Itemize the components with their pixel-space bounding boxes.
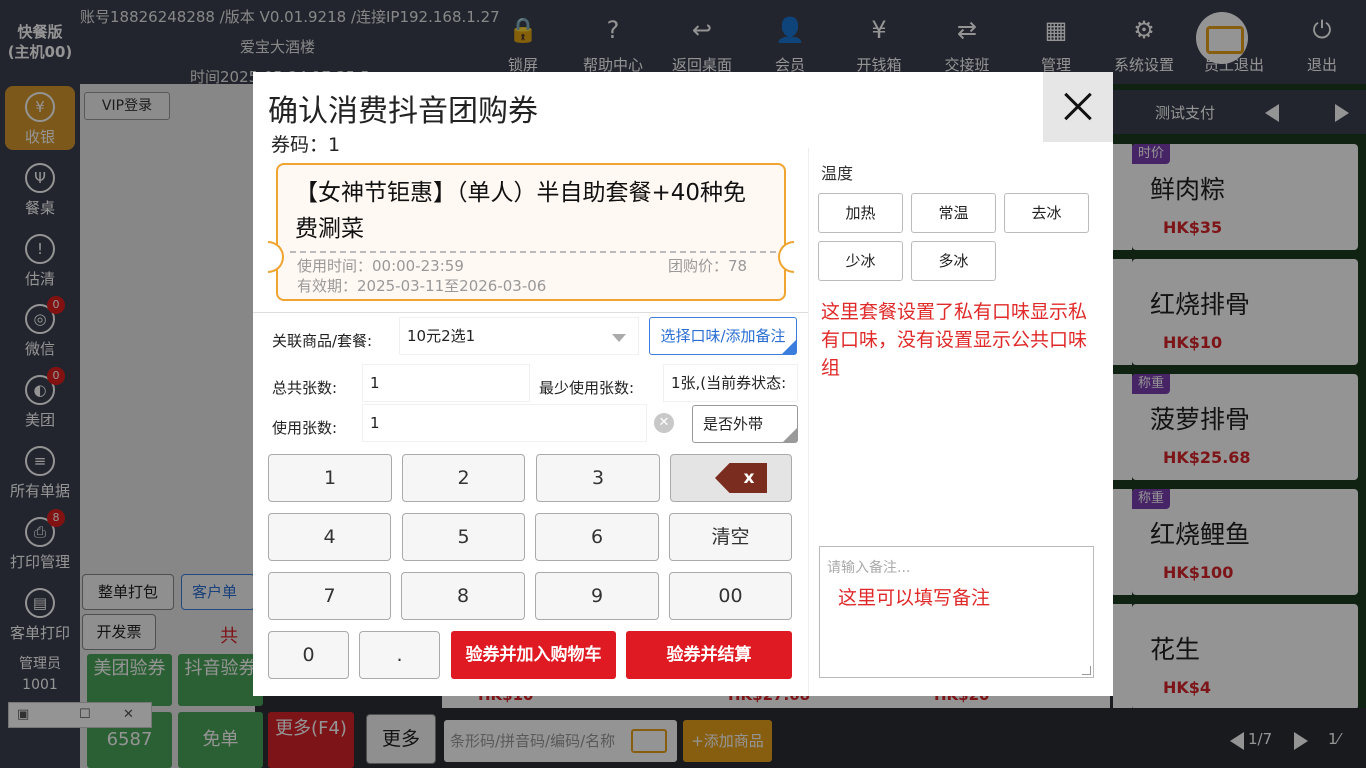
choose-flavor-button[interactable]: 选择口味/添加备注 [649,317,797,355]
key-3[interactable]: 3 [536,454,660,502]
use-count-label: 使用张数: [272,419,338,437]
key-6[interactable]: 6 [535,513,659,561]
key-1[interactable]: 1 [268,454,392,502]
clear-input-icon[interactable]: ✕ [654,413,674,433]
backspace-icon: x [715,463,767,493]
flavor-option-less-ice[interactable]: 少冰 [818,241,903,281]
voucher-use-time: 使用时间：00:00-23:59 [297,257,464,275]
key-dot[interactable]: . [359,631,440,679]
verify-checkout-button[interactable]: 验券并结算 [626,631,792,679]
voucher-name: 【女神节钜惠】（单人）半自助套餐+40种免费涮菜 [295,180,747,242]
voucher-validity: 有效期：2025-03-11至2026-03-06 [297,277,547,295]
remark-placeholder: 请输入备注... [827,560,911,576]
close-dialog-button[interactable] [1043,72,1113,142]
min-count-label: 最少使用张数: [539,379,635,397]
flavor-option-more-ice[interactable]: 多冰 [911,241,996,281]
flavor-option-heat[interactable]: 加热 [818,193,903,233]
dialog-title: 确认消费抖音团购券 [268,94,538,129]
key-8[interactable]: 8 [401,572,525,620]
related-item-label: 关联商品/套餐: [272,332,373,350]
related-item-select[interactable]: 10元2选1 [400,318,638,354]
key-00[interactable]: 00 [669,572,792,620]
flavor-annotation: 这里套餐设置了私有口味显示私有口味，没有设置显示公共口味组 [821,301,1088,379]
flavor-option-no-ice[interactable]: 去冰 [1004,193,1089,233]
voucher-card: 【女神节钜惠】（单人）半自助套餐+40种免费涮菜 使用时间：00:00-23:5… [268,163,794,301]
temperature-label: 温度 [821,164,854,183]
voucher-group-price: 团购价：78 [668,257,748,275]
min-count-field[interactable]: 1张,(当前券状态: [664,365,797,401]
total-count-label: 总共张数: [272,379,338,397]
resize-handle-icon[interactable] [1082,666,1091,675]
backspace-button[interactable]: x [670,454,792,502]
clear-button[interactable]: 清空 [669,513,792,561]
confirm-douyin-voucher-dialog: 确认消费抖音团购券 券码：1 【女神节钜惠】（单人）半自助套餐+40种免费涮菜 … [253,72,1113,696]
remark-annotation: 这里可以填写备注 [838,587,991,609]
flavor-option-room-temp[interactable]: 常温 [911,193,996,233]
takeaway-toggle[interactable]: 是否外带 [692,405,798,443]
chevron-down-icon [612,334,626,342]
key-0[interactable]: 0 [268,631,349,679]
key-5[interactable]: 5 [402,513,525,561]
key-7[interactable]: 7 [268,572,391,620]
divider [290,251,776,253]
key-4[interactable]: 4 [268,513,391,561]
flavor-remark-panel: 温度 加热 常温 去冰 少冰 多冰 这里套餐设置了私有口味显示私有口味，没有设置… [808,148,1103,696]
remark-textarea[interactable]: 请输入备注... 这里可以填写备注 [819,546,1094,678]
key-9[interactable]: 9 [535,572,659,620]
key-2[interactable]: 2 [402,454,525,502]
use-count-field[interactable]: 1 [363,405,646,441]
voucher-code: 券码：1 [271,134,341,156]
verify-add-to-cart-button[interactable]: 验券并加入购物车 [451,631,616,679]
total-count-field[interactable]: 1 [363,365,529,401]
